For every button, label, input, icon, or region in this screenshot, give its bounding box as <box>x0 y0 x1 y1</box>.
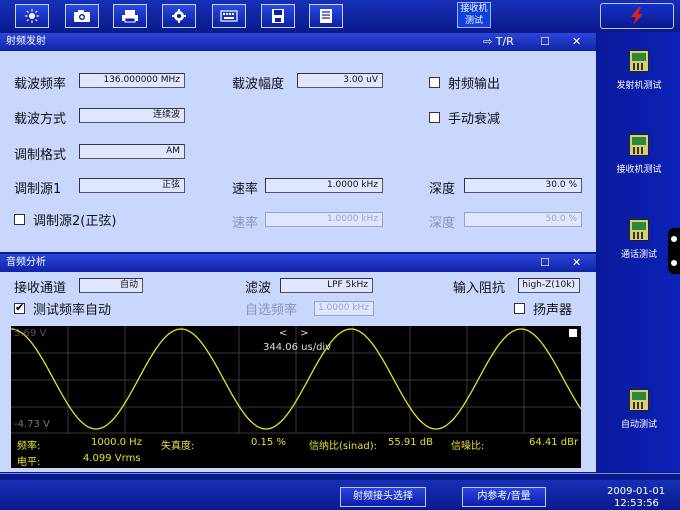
side-item-label: 自动测试 <box>620 420 657 430</box>
depth1-label: 深度 <box>429 182 456 197</box>
scope-nav[interactable]: < > <box>279 328 308 339</box>
mod-mode-label: 载波方式 <box>14 112 67 127</box>
settings-button[interactable] <box>162 4 196 28</box>
side-item-auto-test[interactable]: 自动测试 <box>598 389 680 430</box>
save-button[interactable] <box>261 4 295 28</box>
rate1-field[interactable]: 1.0000 kHz <box>265 178 383 193</box>
scope-timebase: 344.06 us/div <box>263 342 332 353</box>
transmitter-test-icon <box>629 50 649 72</box>
rate2-label: 速率 <box>232 216 259 231</box>
side-item-receiver-test[interactable]: 接收机测试 <box>598 134 680 175</box>
filter-field[interactable]: LPF 5kHz <box>280 278 373 293</box>
status-time: 12:53:56 <box>614 498 659 509</box>
mod-format-field[interactable]: AM <box>79 144 185 159</box>
carrier-freq-field[interactable]: 136.000000 MHz <box>79 73 185 88</box>
bottom-divider <box>0 473 680 480</box>
rate2-field: 1.0000 kHz <box>265 212 383 227</box>
brightness-icon <box>25 9 39 23</box>
snr-label: 信噪比: <box>451 441 485 452</box>
dot-icon <box>671 236 677 242</box>
rf-connector-button[interactable]: 射频接头选择 <box>340 487 426 507</box>
maximize-icon[interactable]: ☐ <box>540 33 550 51</box>
rf-panel-header: 射频发射 ⇨ T/R ☐ ✕ <box>0 33 596 51</box>
save-icon <box>272 9 284 23</box>
maximize-icon[interactable]: ☐ <box>540 254 550 272</box>
sinad-label: 信纳比(sinad): <box>309 441 377 452</box>
freq-readout-label: 频率: <box>17 441 41 452</box>
auto-freq-label: 测试频率自动 <box>33 303 112 318</box>
distortion-label: 失真度: <box>161 441 195 452</box>
lightning-icon <box>631 7 643 25</box>
distortion-value: 0.15 % <box>251 437 286 448</box>
tr-label: T/R <box>495 35 514 48</box>
manual-freq-field: 1.0000 kHz <box>314 301 374 316</box>
document-button[interactable] <box>309 4 343 28</box>
speaker-label: 扬声器 <box>533 303 573 318</box>
close-icon[interactable]: ✕ <box>572 254 581 272</box>
printer-icon <box>122 10 138 23</box>
impedance-field[interactable]: high-Z(10k) <box>518 278 580 293</box>
sinad-value: 55.91 dB <box>388 437 434 448</box>
side-item-transmitter-test[interactable]: 发射机测试 <box>598 50 680 91</box>
close-icon[interactable]: ✕ <box>572 33 581 51</box>
rf-output-label: 射频输出 <box>448 77 501 92</box>
depth2-label: 深度 <box>429 216 456 231</box>
gear-icon <box>172 9 186 23</box>
rf-output-checkbox[interactable] <box>429 77 440 88</box>
level-label: 电平: <box>17 457 41 468</box>
rx-channel-field[interactable]: 自动 <box>79 278 143 293</box>
mod-src1-field[interactable]: 正弦 <box>79 178 185 193</box>
mod-src2-label: 调制源2(正弦) <box>33 214 117 229</box>
freq-readout-value: 1000.0 Hz <box>91 437 142 448</box>
auto-test-icon <box>629 389 649 411</box>
side-scroll-handle[interactable] <box>668 228 680 274</box>
status-date: 2009-01-01 <box>607 486 666 497</box>
rx-channel-label: 接收通道 <box>14 281 67 296</box>
scope-ymax: 5.69 V <box>14 328 47 339</box>
side-item-label: 发射机测试 <box>616 81 662 91</box>
depth1-field[interactable]: 30.0 % <box>464 178 582 193</box>
oscilloscope-display[interactable]: 5.69 V -4.73 V < > 344.06 us/div 频率: 100… <box>11 326 581 468</box>
carrier-amp-label: 载波幅度 <box>232 77 285 92</box>
keyboard-icon <box>220 10 238 22</box>
brightness-button[interactable] <box>15 4 49 28</box>
snr-value: 64.41 dBr <box>529 437 579 448</box>
carrier-freq-label: 载波频率 <box>14 77 67 92</box>
level-value: 4.099 Vrms <box>83 453 141 464</box>
receiver-test-badge: 接收机 测试 <box>457 2 491 28</box>
camera-button[interactable] <box>65 4 99 28</box>
ref-volume-button[interactable]: 内参考/音量 <box>462 487 546 507</box>
mod-mode-field[interactable]: 连续波 <box>79 108 185 123</box>
impedance-label: 输入阻抗 <box>453 281 506 296</box>
side-item-label: 接收机测试 <box>616 165 662 175</box>
keyboard-button[interactable] <box>212 4 246 28</box>
mod-format-label: 调制格式 <box>14 148 67 163</box>
auto-freq-checkbox[interactable] <box>14 301 25 314</box>
tr-toggle[interactable]: ⇨ T/R <box>483 33 514 51</box>
receiver-test-icon <box>629 134 649 156</box>
scope-marker-icon <box>569 329 577 337</box>
rate1-label: 速率 <box>232 182 259 197</box>
mod-src2-checkbox[interactable] <box>14 214 25 225</box>
rf-panel-title: 射频发射 <box>6 36 46 47</box>
af-panel-title: 音频分析 <box>6 257 46 268</box>
mod-src1-label: 调制源1 <box>14 182 62 197</box>
manual-atten-checkbox[interactable] <box>429 112 440 123</box>
top-toolbar: 接收机 测试 <box>0 0 680 32</box>
speaker-checkbox[interactable] <box>514 303 525 314</box>
alarm-button[interactable] <box>600 3 674 29</box>
dot-icon <box>671 260 677 266</box>
camera-icon <box>74 10 90 22</box>
document-icon <box>320 9 332 23</box>
manual-freq-label: 自选频率 <box>245 303 298 318</box>
print-button[interactable] <box>113 4 147 28</box>
carrier-amp-field[interactable]: 3.00 uV <box>297 73 383 88</box>
filter-label: 滤波 <box>245 281 272 296</box>
manual-atten-label: 手动衰减 <box>448 112 501 127</box>
side-item-label: 通话测试 <box>620 250 657 260</box>
depth2-field: 50.0 % <box>464 212 582 227</box>
call-test-icon <box>629 219 649 241</box>
af-panel-header: 音频分析 ☐ ✕ <box>0 254 596 272</box>
scope-ymin: -4.73 V <box>14 419 50 430</box>
